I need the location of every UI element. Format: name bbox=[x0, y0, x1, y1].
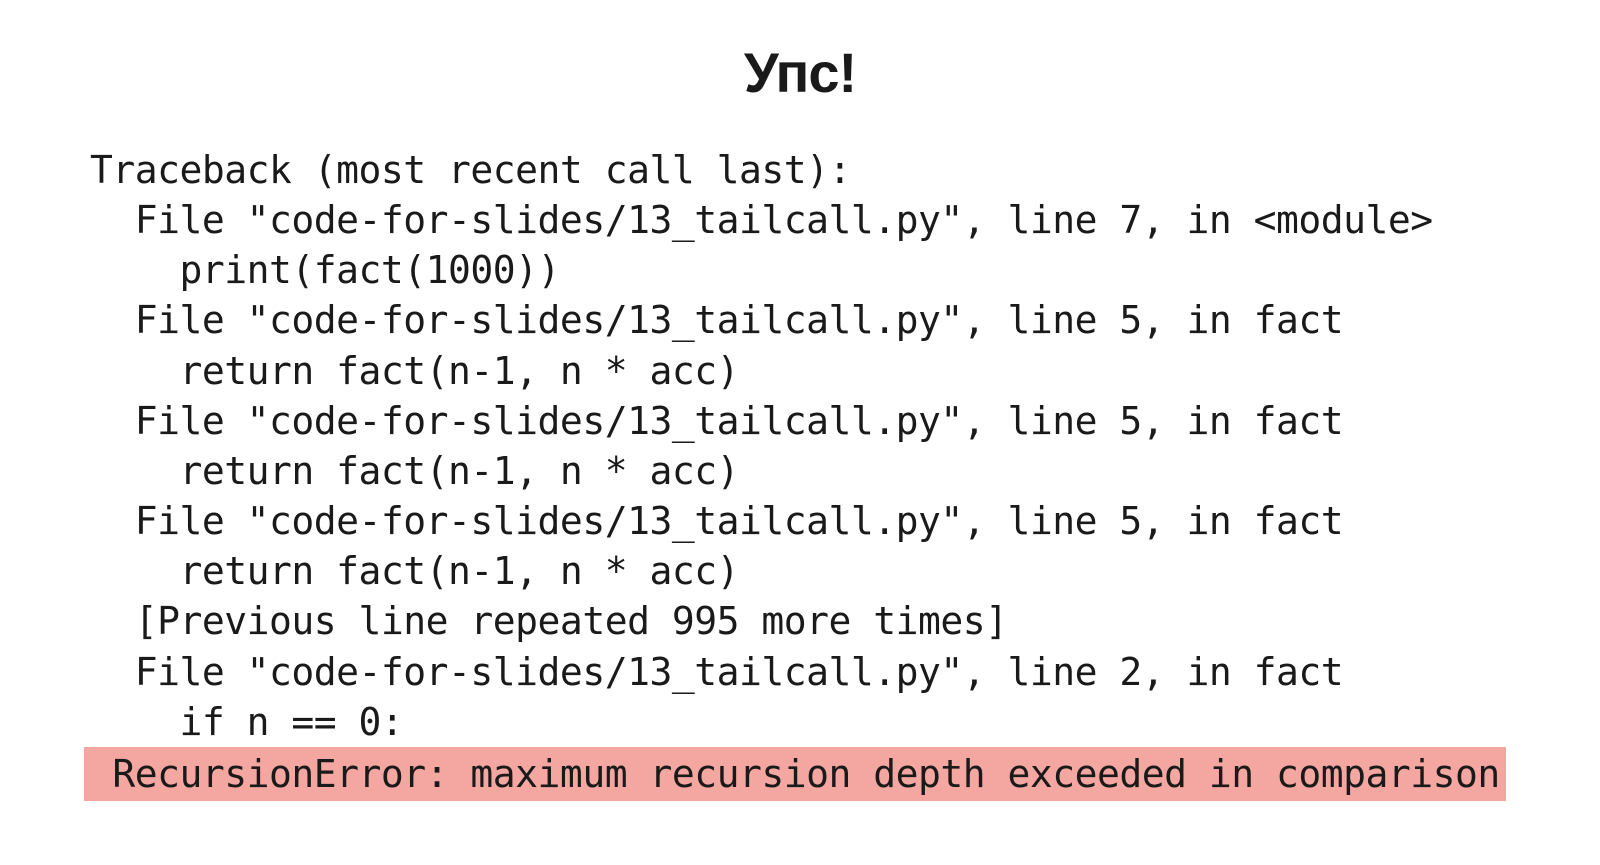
traceback-frame-location: File "code-for-slides/13_tailcall.py", l… bbox=[90, 496, 1510, 546]
traceback-error: RecursionError: maximum recursion depth … bbox=[84, 747, 1506, 801]
traceback-frame-location: File "code-for-slides/13_tailcall.py", l… bbox=[90, 195, 1510, 245]
slide-container: Упс! Traceback (most recent call last): … bbox=[0, 0, 1600, 865]
traceback-block: Traceback (most recent call last): File … bbox=[60, 145, 1540, 801]
traceback-frame-code: return fact(n-1, n * acc) bbox=[90, 446, 1510, 496]
traceback-frame-code: return fact(n-1, n * acc) bbox=[90, 546, 1510, 596]
traceback-repeat-note: [Previous line repeated 995 more times] bbox=[90, 596, 1510, 646]
slide-title: Упс! bbox=[60, 40, 1540, 105]
traceback-frame-location: File "code-for-slides/13_tailcall.py", l… bbox=[90, 295, 1510, 345]
traceback-frame-code: return fact(n-1, n * acc) bbox=[90, 346, 1510, 396]
traceback-last-frame-location: File "code-for-slides/13_tailcall.py", l… bbox=[90, 647, 1510, 697]
traceback-last-frame-code: if n == 0: bbox=[90, 697, 1510, 747]
traceback-frame-code: print(fact(1000)) bbox=[90, 245, 1510, 295]
traceback-error-wrapper: RecursionError: maximum recursion depth … bbox=[90, 747, 1510, 801]
traceback-header: Traceback (most recent call last): bbox=[90, 145, 1510, 195]
traceback-frame-location: File "code-for-slides/13_tailcall.py", l… bbox=[90, 396, 1510, 446]
